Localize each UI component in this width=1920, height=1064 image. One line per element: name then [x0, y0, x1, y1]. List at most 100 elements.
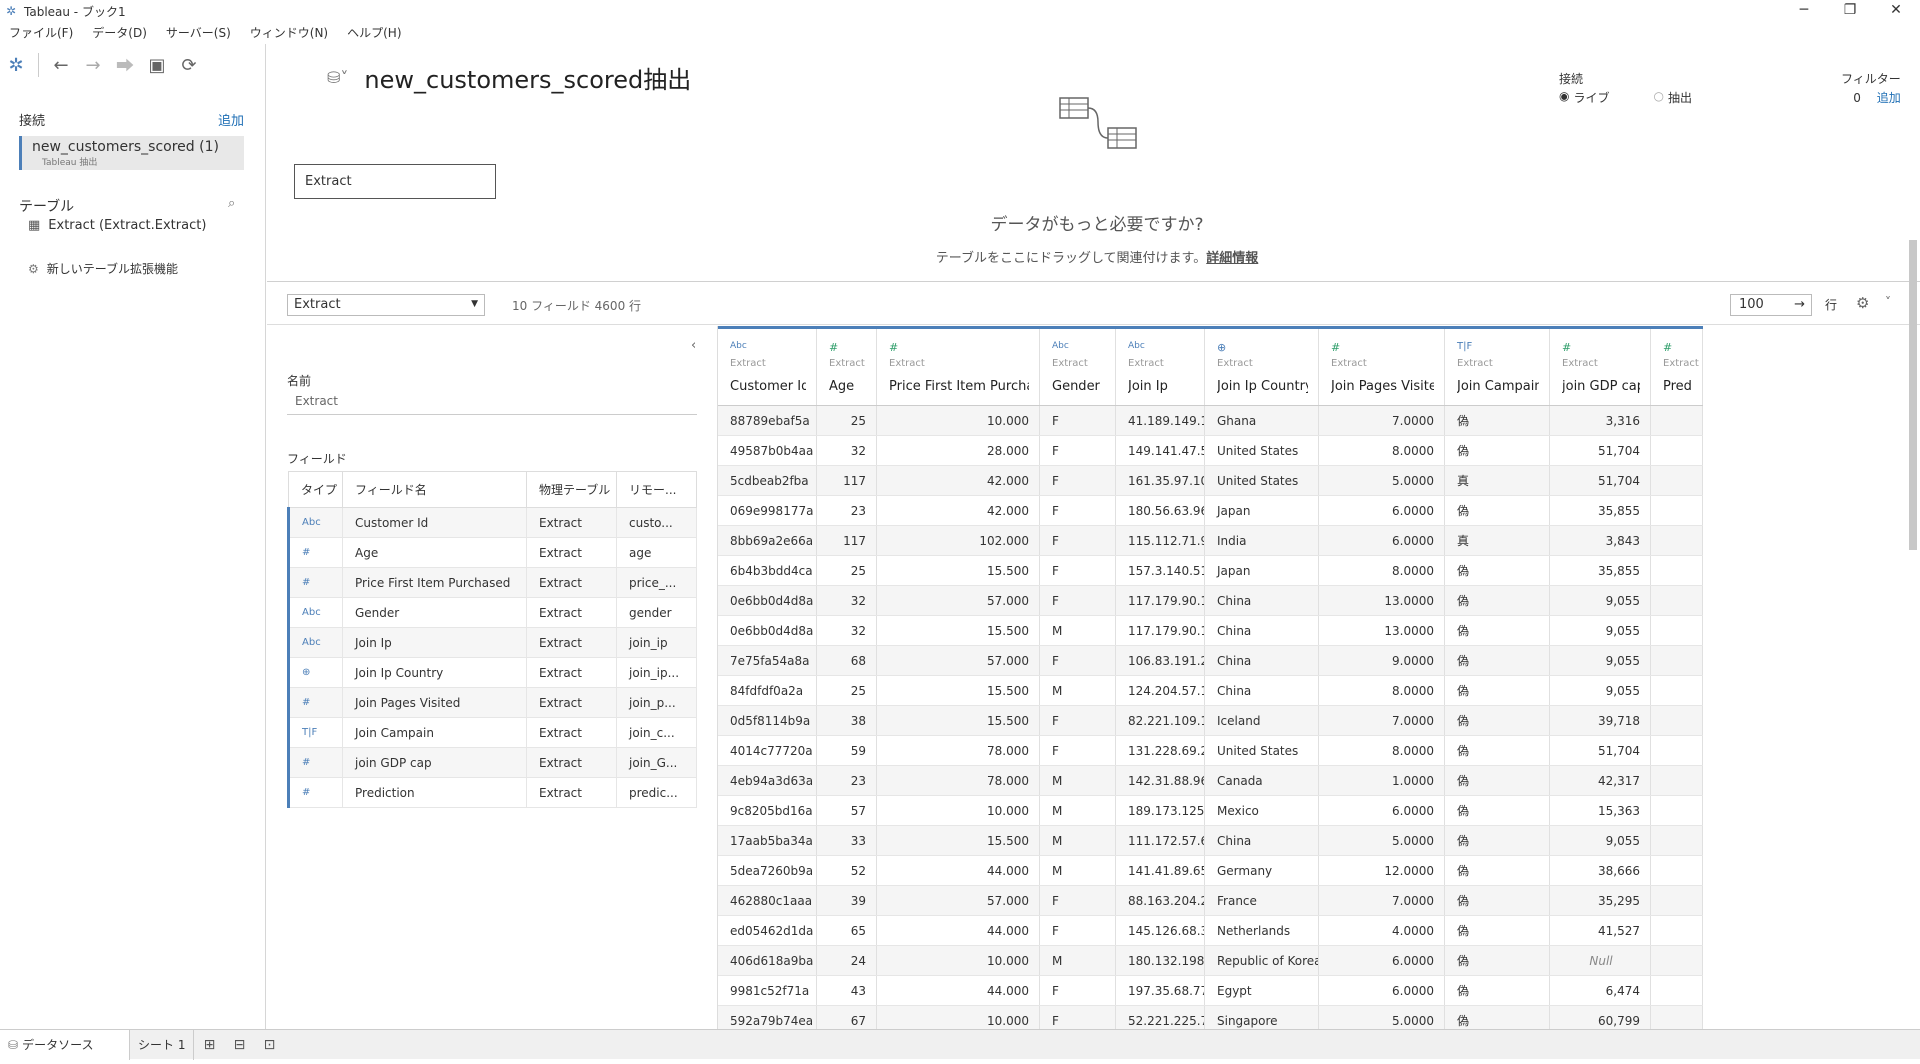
table-cell[interactable]: 偽: [1445, 826, 1550, 855]
table-cell[interactable]: 52.221.225.75: [1116, 1006, 1205, 1029]
table-cell[interactable]: 8.0000: [1319, 436, 1445, 465]
table-cell[interactable]: 8.0000: [1319, 676, 1445, 705]
table-cell[interactable]: 67: [817, 1006, 877, 1029]
table-cell[interactable]: 49587b0b4aa: [718, 436, 817, 465]
table-cell[interactable]: 9,055: [1550, 826, 1651, 855]
field-row[interactable]: # join GDP cap Extract join_G...: [287, 747, 697, 778]
table-cell[interactable]: 8bb69a2e66a: [718, 526, 817, 555]
table-cell[interactable]: 82.221.109.1...: [1116, 706, 1205, 735]
column-header[interactable]: Abc Extract Customer Id: [718, 329, 817, 405]
table-cell[interactable]: [1651, 976, 1703, 1005]
table-cell[interactable]: 13.0000: [1319, 616, 1445, 645]
table-cell[interactable]: 偽: [1445, 616, 1550, 645]
table-cell[interactable]: Republic of Korea: [1205, 946, 1319, 975]
table-cell[interactable]: 78.000: [877, 766, 1040, 795]
field-row[interactable]: T|F Join Campain Extract join_c...: [287, 717, 697, 748]
table-cell[interactable]: M: [1040, 826, 1116, 855]
search-icon[interactable]: ⌕: [228, 196, 235, 211]
field-row[interactable]: # Price First Item Purchased Extract price_…: [287, 567, 697, 598]
back-arrow-icon[interactable]: ←: [45, 51, 77, 79]
table-cell[interactable]: Ghana: [1205, 406, 1319, 435]
table-cell[interactable]: 149.141.47.50: [1116, 436, 1205, 465]
table-cell[interactable]: 8.0000: [1319, 736, 1445, 765]
table-cell[interactable]: [1651, 736, 1703, 765]
table-cell[interactable]: 42.000: [877, 466, 1040, 495]
field-row[interactable]: # Prediction Extract predic...: [287, 777, 697, 808]
table-cell[interactable]: 161.35.97.107: [1116, 466, 1205, 495]
table-cell[interactable]: 偽: [1445, 736, 1550, 765]
table-cell[interactable]: F: [1040, 646, 1116, 675]
column-type-icon[interactable]: Abc: [1128, 341, 1194, 355]
table-cell[interactable]: 59: [817, 736, 877, 765]
table-cell[interactable]: [1651, 706, 1703, 735]
column-header[interactable]: Abc Extract Gender: [1040, 329, 1116, 405]
header-field-name[interactable]: フィールド名: [342, 471, 527, 508]
table-cell[interactable]: India: [1205, 526, 1319, 555]
table-cell[interactable]: 5.0000: [1319, 826, 1445, 855]
table-cell[interactable]: [1651, 586, 1703, 615]
table-cell[interactable]: 88789ebaf5a: [718, 406, 817, 435]
table-cell[interactable]: 偽: [1445, 796, 1550, 825]
column-header[interactable]: # Extract Join Pages Visited: [1319, 329, 1445, 405]
connection-item[interactable]: new_customers_scored (1) Tableau 抽出: [19, 136, 244, 170]
table-cell[interactable]: 6.0000: [1319, 946, 1445, 975]
table-cell[interactable]: 9c8205bd16a: [718, 796, 817, 825]
table-cell[interactable]: 32: [817, 616, 877, 645]
add-connection-link[interactable]: 追加: [218, 110, 244, 129]
new-worksheet-icon[interactable]: ⊞: [194, 1030, 224, 1060]
table-cell[interactable]: 41.189.149.136: [1116, 406, 1205, 435]
chevron-down-icon[interactable]: ˅: [1885, 295, 1891, 309]
table-cell[interactable]: [1651, 526, 1703, 555]
table-cell[interactable]: Canada: [1205, 766, 1319, 795]
table-cell[interactable]: Singapore: [1205, 1006, 1319, 1029]
table-cell[interactable]: 131.228.69.201: [1116, 736, 1205, 765]
table-cell[interactable]: Japan: [1205, 496, 1319, 525]
table-cell[interactable]: M: [1040, 796, 1116, 825]
table-cell[interactable]: F: [1040, 556, 1116, 585]
table-cell[interactable]: F: [1040, 526, 1116, 555]
table-cell[interactable]: Iceland: [1205, 706, 1319, 735]
table-cell[interactable]: 197.35.68.77: [1116, 976, 1205, 1005]
menu-help[interactable]: ヘルプ(H): [338, 24, 411, 44]
redo-icon[interactable]: ⮕: [109, 51, 141, 79]
table-cell[interactable]: 462880c1aaa: [718, 886, 817, 915]
table-cell[interactable]: 0e6bb0d4d8a: [718, 586, 817, 615]
table-cell[interactable]: F: [1040, 706, 1116, 735]
field-row[interactable]: ⊕ Join Ip Country Extract join_ip...: [287, 657, 697, 688]
table-cell[interactable]: 偽: [1445, 436, 1550, 465]
table-cell[interactable]: 12.0000: [1319, 856, 1445, 885]
field-row[interactable]: Abc Join Ip Extract join_ip: [287, 627, 697, 658]
restore-button[interactable]: ❐: [1830, 0, 1870, 22]
table-cell[interactable]: 9,055: [1550, 616, 1651, 645]
table-cell[interactable]: 偽: [1445, 706, 1550, 735]
live-radio[interactable]: ◉: [1559, 89, 1569, 106]
table-cell[interactable]: 406d618a9ba: [718, 946, 817, 975]
table-cell[interactable]: 7.0000: [1319, 406, 1445, 435]
table-cell[interactable]: 15,363: [1550, 796, 1651, 825]
table-cell[interactable]: M: [1040, 676, 1116, 705]
table-cell[interactable]: China: [1205, 646, 1319, 675]
table-cell[interactable]: F: [1040, 406, 1116, 435]
table-cell[interactable]: China: [1205, 586, 1319, 615]
header-type[interactable]: タイプ: [288, 471, 343, 508]
add-filter-link[interactable]: 追加: [1877, 91, 1901, 105]
table-cell[interactable]: 42.000: [877, 496, 1040, 525]
tableau-home-icon[interactable]: ✲: [0, 51, 32, 79]
table-cell[interactable]: F: [1040, 586, 1116, 615]
table-cell[interactable]: F: [1040, 976, 1116, 1005]
table-cell[interactable]: 0e6bb0d4d8a: [718, 616, 817, 645]
vertical-scrollbar[interactable]: [1909, 240, 1917, 550]
column-type-icon[interactable]: #: [1331, 341, 1434, 355]
table-cell[interactable]: 1.0000: [1319, 766, 1445, 795]
table-cell[interactable]: 124.204.57.139: [1116, 676, 1205, 705]
table-cell[interactable]: 3,843: [1550, 526, 1651, 555]
table-cell[interactable]: M: [1040, 766, 1116, 795]
table-cell[interactable]: 5.0000: [1319, 466, 1445, 495]
table-cell[interactable]: 52: [817, 856, 877, 885]
table-cell[interactable]: 10.000: [877, 1006, 1040, 1029]
column-type-icon[interactable]: #: [829, 341, 866, 355]
column-type-icon[interactable]: #: [1663, 341, 1692, 355]
table-cell[interactable]: Netherlands: [1205, 916, 1319, 945]
table-cell[interactable]: 偽: [1445, 976, 1550, 1005]
column-type-icon[interactable]: #: [889, 341, 1029, 355]
